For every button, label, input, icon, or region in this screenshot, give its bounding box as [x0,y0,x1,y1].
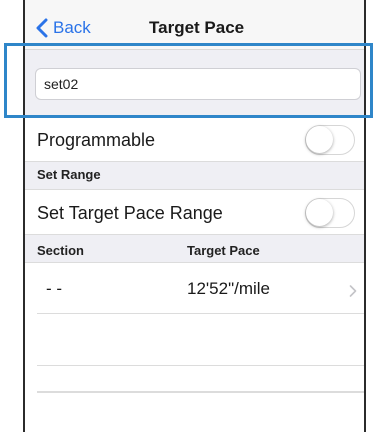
set-range-header-label: Set Range [37,167,101,182]
name-field-area [25,50,364,118]
chevron-left-icon [36,18,48,38]
chevron-right-icon [349,285,357,297]
toggle-knob [306,126,333,153]
back-button[interactable]: Back [35,16,91,40]
navigation-bar: Back Target Pace [25,0,364,50]
section-column-header: Section [37,243,84,258]
phone-screen: Back Target Pace Programmable Set Range … [23,0,366,432]
set-range-header: Set Range [25,162,364,190]
empty-table-row [37,314,364,366]
target-pace-column-header: Target Pace [187,243,260,258]
target-pace-cell: 12'52"/mile [187,279,270,298]
set-target-pace-range-label: Set Target Pace Range [37,203,223,223]
section-cell: - - [46,279,63,298]
empty-table-row [37,392,364,393]
page-title: Target Pace [149,18,245,37]
programmable-row: Programmable [25,118,364,162]
table-row[interactable]: - - 12'52"/mile [37,263,364,314]
set-target-pace-range-toggle[interactable] [305,198,355,228]
toggle-knob [306,199,333,226]
back-label: Back [53,18,91,37]
set-name-input[interactable] [35,68,361,100]
empty-table-row [37,366,364,392]
table-header: Section Target Pace [25,235,364,263]
set-target-pace-range-row: Set Target Pace Range [25,190,364,235]
programmable-label: Programmable [37,130,156,150]
programmable-toggle[interactable] [305,125,355,155]
